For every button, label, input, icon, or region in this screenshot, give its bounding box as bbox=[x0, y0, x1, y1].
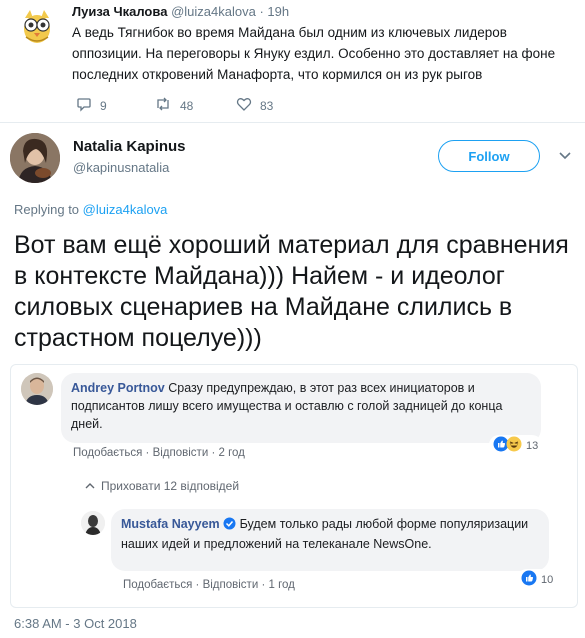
comment-reply-link[interactable]: Відповісти bbox=[153, 447, 209, 459]
hide-replies-toggle[interactable]: Приховати 12 відповідей bbox=[85, 479, 239, 493]
retweet-icon bbox=[154, 96, 172, 115]
comment-icon bbox=[76, 96, 92, 115]
verified-icon bbox=[223, 517, 236, 535]
reply-reaction-summary[interactable]: 10 bbox=[517, 569, 558, 590]
heart-icon bbox=[236, 96, 252, 115]
divider bbox=[0, 122, 585, 123]
reaction-count: 13 bbox=[526, 439, 539, 452]
like-count: 83 bbox=[260, 98, 274, 113]
reply-header: Луиза Чкалова @luiza4kalova · 19h bbox=[72, 4, 289, 19]
reply-comment-actions: Подобається · Відповісти · 1 год bbox=[123, 579, 295, 591]
like-reaction-icon bbox=[521, 570, 537, 589]
comment-actions: Подобається · Відповісти · 2 год bbox=[73, 447, 245, 459]
reaction-summary[interactable]: 13 bbox=[489, 435, 543, 456]
reply-reply-link[interactable]: Відповісти bbox=[203, 579, 259, 591]
comment-bubble: Andrey Portnov Сразу предупреждаю, в это… bbox=[61, 373, 541, 443]
comment-like-link[interactable]: Подобається bbox=[73, 447, 142, 459]
reply-time[interactable]: 19h bbox=[267, 4, 289, 19]
reply-author-avatar[interactable] bbox=[18, 8, 56, 46]
replying-to: Replying to @luiza4kalova bbox=[14, 202, 167, 217]
tweet-timestamp[interactable]: 6:38 AM - 3 Oct 2018 bbox=[14, 616, 137, 631]
replying-to-handle[interactable]: @luiza4kalova bbox=[83, 202, 168, 217]
retweet-count: 48 bbox=[180, 98, 194, 113]
retweet-button[interactable]: 48 bbox=[154, 96, 193, 115]
reply-separator: · bbox=[259, 4, 264, 19]
main-author-name[interactable]: Natalia Kapinus bbox=[73, 138, 186, 155]
follow-button[interactable]: Follow bbox=[438, 140, 540, 172]
reply-button[interactable]: 9 bbox=[76, 96, 107, 115]
reply-bubble: Mustafa Nayyem Будем только рады любой ф… bbox=[111, 509, 549, 571]
hide-replies-label: Приховати 12 відповідей bbox=[101, 479, 240, 493]
reply-like-link[interactable]: Подобається bbox=[123, 579, 192, 591]
comment-time[interactable]: 2 год bbox=[218, 447, 244, 459]
main-author-avatar[interactable] bbox=[10, 133, 60, 183]
embedded-image[interactable]: Andrey Portnov Сразу предупреждаю, в это… bbox=[10, 364, 578, 608]
reply-reaction-count: 10 bbox=[541, 573, 554, 586]
haha-reaction-icon bbox=[506, 436, 522, 455]
reply-count: 9 bbox=[100, 98, 107, 113]
nayyem-avatar bbox=[81, 511, 105, 535]
reply-comment-author[interactable]: Mustafa Nayyem bbox=[121, 517, 220, 531]
reply-comment-time[interactable]: 1 год bbox=[268, 579, 294, 591]
reply-author-handle[interactable]: @luiza4kalova bbox=[171, 4, 256, 19]
reply-tweet-text: А ведь Тягнибок во время Майдана был одн… bbox=[72, 25, 556, 82]
comment-author[interactable]: Andrey Portnov bbox=[71, 381, 165, 395]
chevron-down-icon[interactable] bbox=[558, 148, 572, 164]
main-author-handle[interactable]: @kapinusnatalia bbox=[73, 160, 169, 175]
chevron-up-icon bbox=[85, 479, 95, 493]
replying-to-label: Replying to bbox=[14, 202, 80, 217]
main-tweet-text: Вот вам ещё хороший материал для сравнен… bbox=[14, 231, 569, 352]
reply-author-name[interactable]: Луиза Чкалова bbox=[72, 4, 167, 19]
like-button[interactable]: 83 bbox=[236, 96, 273, 115]
portnov-avatar bbox=[21, 373, 53, 405]
